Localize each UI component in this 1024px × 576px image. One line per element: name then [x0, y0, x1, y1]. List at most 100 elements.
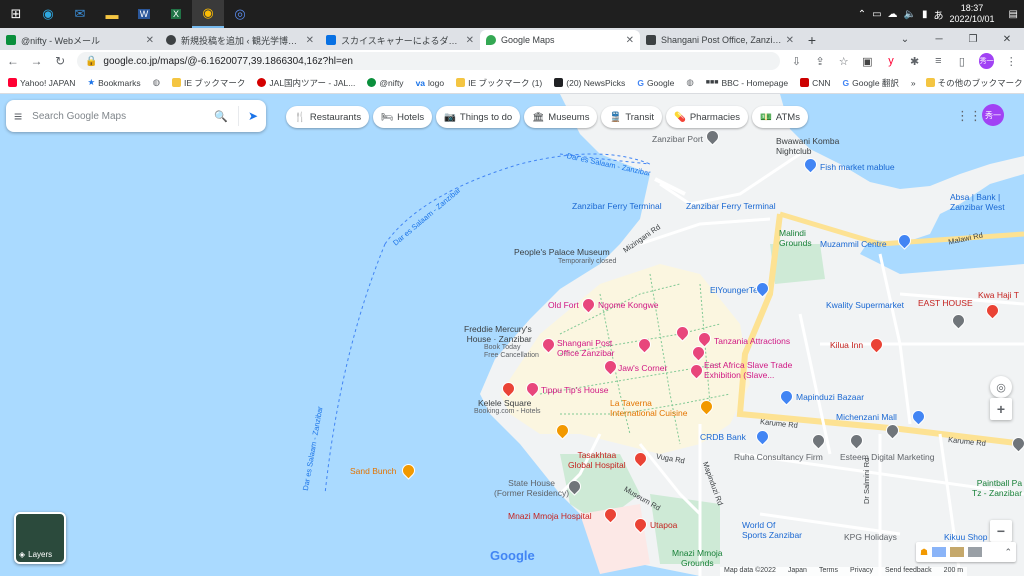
label-tasakhtaa[interactable]: Tasakhtaa Global Hospital — [568, 450, 626, 470]
close-icon[interactable]: ✕ — [146, 35, 154, 46]
chip-things-to-do[interactable]: 📷 Things to do — [436, 106, 521, 128]
close-icon[interactable]: ✕ — [786, 35, 794, 46]
bookmark-ie-folder-1[interactable]: IE ブックマーク (1) — [456, 77, 542, 89]
excel-icon[interactable]: X — [160, 0, 192, 28]
label-absa[interactable]: Absa | Bank | Zanzibar West — [950, 192, 1005, 212]
edge-icon[interactable]: ◉ — [32, 0, 64, 28]
label-zanzibar-port[interactable]: Zanzibar Port — [652, 134, 703, 144]
install-icon[interactable]: ⇩ — [790, 55, 804, 68]
close-icon[interactable]: ✕ — [466, 35, 474, 46]
label-muzammil[interactable]: Muzammil Centre — [820, 239, 887, 249]
forward-icon[interactable]: → — [30, 54, 44, 68]
label-paintball[interactable]: Paintball Pa Tz - Zanzibar — [972, 478, 1022, 498]
clock[interactable]: 18:37 2022/10/01 — [950, 3, 995, 25]
lock-icon[interactable]: 🔒 — [85, 56, 97, 67]
windows-start-icon[interactable]: ⊞ — [0, 0, 32, 28]
puzzle-icon[interactable]: ✱ — [908, 55, 922, 68]
map-canvas[interactable]: Zanzibar Port Bwawani Komba Nightclub Fi… — [0, 94, 1024, 576]
label-state-house[interactable]: State House (Former Residency) — [494, 478, 569, 498]
layers-button[interactable]: ◈ Layers — [14, 512, 66, 564]
bookmark-ie-folder[interactable]: IE ブックマーク — [172, 77, 245, 89]
label-sand-bunch[interactable]: Sand Bunch — [350, 466, 396, 476]
label-bwawani[interactable]: Bwawani Komba Nightclub — [776, 136, 839, 156]
my-location-icon[interactable]: ◎ — [990, 376, 1012, 398]
label-michenzani-mall[interactable]: Michenzani Mall — [836, 412, 897, 422]
yahoo-extension-icon[interactable]: y — [884, 55, 898, 67]
address-bar[interactable]: 🔒 google.co.jp/maps/@-6.1620077,39.18663… — [76, 52, 780, 70]
label-fish-market[interactable]: Fish market mablue — [820, 162, 895, 172]
label-world-of-sports[interactable]: World Of Sports Zanzibar — [742, 520, 802, 540]
label-freddie-mercury[interactable]: Freddie Mercury's House · Zanzibar — [464, 324, 532, 344]
chip-atms[interactable]: 💵 ATMs — [752, 106, 808, 128]
search-input[interactable] — [32, 110, 205, 122]
label-utapoa[interactable]: Utapoa — [650, 520, 677, 530]
bookmark-globe[interactable]: ◍ — [153, 77, 160, 88]
label-ngome-kongwe[interactable]: Ngome Kongwe — [598, 300, 658, 310]
label-ferry-1[interactable]: Zanzibar Ferry Terminal — [572, 201, 662, 211]
thumbnail-icon[interactable] — [968, 547, 983, 557]
label-east-house[interactable]: EAST HOUSE — [918, 298, 973, 308]
label-tippu-tip[interactable]: Tippu Tip's House — [541, 385, 608, 395]
label-elyounger[interactable]: ElYoungerTec — [710, 285, 762, 295]
label-kpg[interactable]: KPG Holidays — [844, 532, 897, 542]
bookmark-nifty[interactable]: @nifty — [367, 78, 404, 88]
chip-transit[interactable]: 🚆 Transit — [601, 106, 662, 128]
search-icon[interactable]: 🔍 — [214, 110, 228, 123]
mail-icon[interactable]: ✉ — [64, 0, 96, 28]
back-icon[interactable]: ← — [6, 54, 20, 68]
cloud-icon[interactable]: ☁ — [888, 9, 898, 20]
label-esteem[interactable]: Esteem Digital Marketing — [840, 452, 934, 462]
directions-icon[interactable]: ➤ — [238, 106, 258, 126]
label-mnazi-hospital[interactable]: Mnazi Mmoja Hospital — [508, 511, 592, 521]
account-avatar[interactable]: 秀一 — [982, 104, 1004, 126]
label-palace-museum[interactable]: People's Palace Museum — [514, 247, 610, 257]
restore-button[interactable]: ❐ — [956, 28, 990, 50]
label-kelele-square[interactable]: Kelele Square — [478, 398, 531, 408]
label-crdb-bank[interactable]: CRDB Bank — [700, 432, 746, 442]
chip-pharmacies[interactable]: 💊 Pharmacies — [666, 106, 749, 128]
privacy-link[interactable]: Privacy — [850, 567, 873, 576]
tab-shangani[interactable]: Shangani Post Office, Zanzibar ✕ — [640, 30, 800, 50]
hamburger-menu-icon[interactable]: ≡ — [14, 108, 22, 124]
share-icon[interactable]: ⇪ — [813, 55, 827, 68]
feedback-link[interactable]: Send feedback — [885, 567, 932, 576]
profile-avatar[interactable]: 秀一 — [978, 53, 995, 69]
window-close-button[interactable]: ✕ — [990, 28, 1024, 50]
thumbnail-icon[interactable] — [950, 547, 965, 557]
chip-museums[interactable]: 🏛 Museums — [524, 106, 598, 128]
bookmark-other[interactable]: その他のブックマーク — [925, 77, 1023, 89]
battery-icon[interactable]: ▮ — [922, 9, 928, 20]
tab-nifty[interactable]: @nifty - Webメール ✕ — [0, 30, 160, 50]
reload-icon[interactable]: ↻ — [53, 54, 67, 68]
volume-icon[interactable]: 🔈 — [904, 9, 916, 20]
zoom-in-button[interactable]: + — [990, 398, 1012, 420]
tab-wordpress[interactable]: 新規投稿を追加 ‹ 観光学博士 - 寺 ✕ — [160, 30, 320, 50]
chevron-up-icon[interactable]: ⌃ — [858, 9, 866, 20]
thumbnail-icon[interactable] — [932, 547, 947, 557]
network-icon[interactable]: ▭ — [872, 9, 881, 20]
more-bookmarks-icon[interactable]: » — [911, 78, 916, 88]
pegman-icon[interactable]: ☗ — [920, 547, 928, 558]
extension-icon[interactable]: ▣ — [861, 55, 875, 68]
minimize-button[interactable]: ─ — [922, 28, 956, 50]
label-kilua-inn[interactable]: Kilua Inn — [830, 340, 863, 350]
bookmark-yahoo[interactable]: Yahoo! JAPAN — [8, 78, 75, 88]
expand-icon[interactable]: ⌃ — [1004, 547, 1012, 558]
label-slave-exhibition[interactable]: East Africa Slave Trade Exhibition (Slav… — [704, 360, 792, 380]
label-mapinduzi-bazaar[interactable]: Mapinduzi Bazaar — [796, 392, 864, 402]
bookmark-logo[interactable]: va logo — [416, 78, 445, 88]
scale-bar[interactable]: 200 m — [944, 567, 963, 576]
file-explorer-icon[interactable]: ▬ — [96, 0, 128, 28]
reading-list-icon[interactable]: ≡ — [931, 55, 945, 67]
bookmark-globe-2[interactable]: ◍ — [686, 77, 693, 88]
bookmark-star-icon[interactable]: ☆ — [837, 55, 851, 68]
terms-link[interactable]: Terms — [819, 567, 838, 576]
bookmark-newspicks[interactable]: (20) NewsPicks — [554, 78, 625, 88]
label-old-fort[interactable]: Old Fort — [548, 300, 579, 310]
tab-google-maps[interactable]: Google Maps ✕ — [480, 30, 640, 50]
word-icon[interactable]: W — [128, 0, 160, 28]
ime-indicator[interactable]: あ — [934, 7, 944, 22]
chip-hotels[interactable]: 🛏 Hotels — [373, 106, 433, 128]
street-view-bar[interactable]: ☗ ⌃ — [916, 542, 1016, 562]
label-kwality[interactable]: Kwality Supermarket — [826, 300, 904, 310]
